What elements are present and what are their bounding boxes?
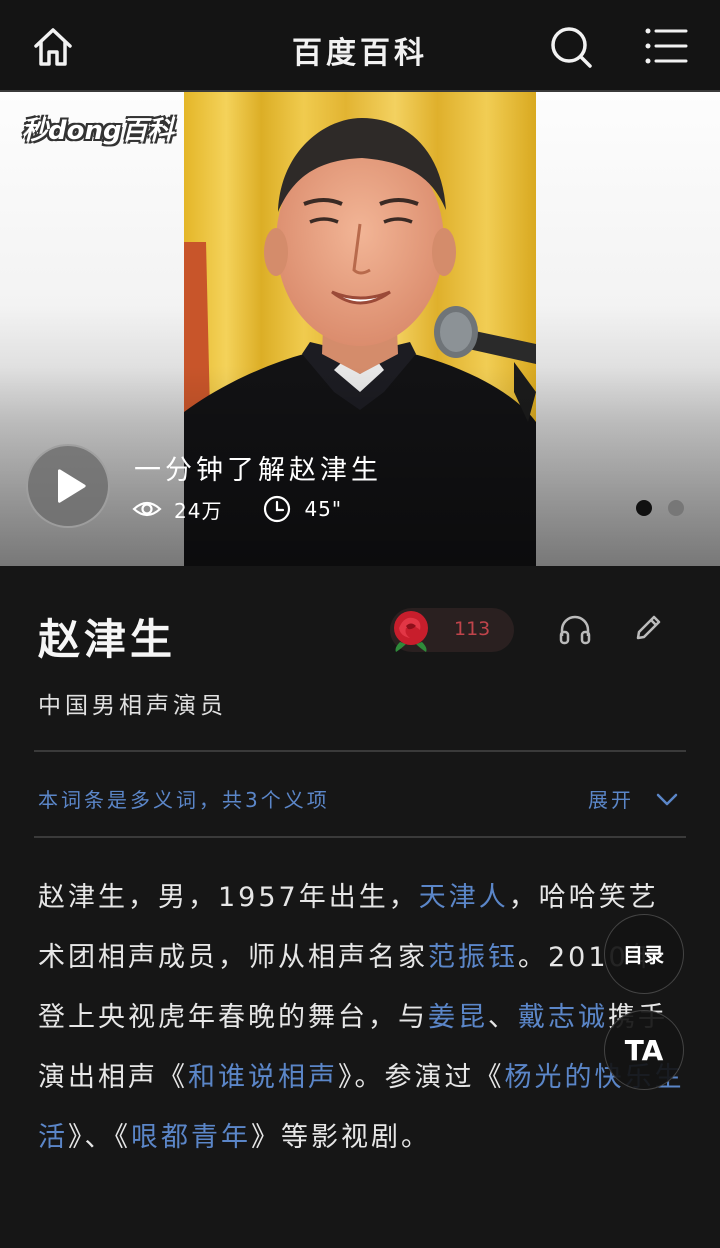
summary-text: 》等影视剧。 <box>251 1122 431 1153</box>
slide-dot-1[interactable] <box>636 500 652 516</box>
eye-icon <box>132 494 162 524</box>
video-duration: 45" <box>304 497 343 521</box>
headphones-icon[interactable] <box>558 612 592 646</box>
channel-logo: 秒dong百科 <box>22 116 174 146</box>
entry-name: 赵津生 <box>38 615 177 664</box>
slide-dot-2[interactable] <box>668 500 684 516</box>
app-title: 百度百科 <box>292 36 428 71</box>
like-count: 113 <box>454 618 491 640</box>
slide-indicator <box>636 500 684 516</box>
link-fan-zhenyu[interactable]: 范振钰 <box>428 942 518 973</box>
divider <box>34 750 686 752</box>
edit-icon[interactable] <box>632 612 664 644</box>
summary-text: 》。参演过《 <box>338 1062 505 1093</box>
summary-text: 、 <box>488 1002 518 1033</box>
like-button[interactable]: 113 <box>390 608 514 652</box>
video-stats: 24万 45" <box>132 494 342 524</box>
top-bar: 百度百科 <box>0 0 720 92</box>
video-title: 一分钟了解赵津生 <box>134 455 382 486</box>
link-tianjin[interactable]: 天津人 <box>419 882 509 913</box>
ta-button[interactable]: TA <box>604 1010 684 1090</box>
clock-icon <box>262 494 292 524</box>
entry-subtitle: 中国男相声演员 <box>38 693 227 719</box>
play-button[interactable] <box>26 444 110 528</box>
link-jiang-kun[interactable]: 姜昆 <box>428 1002 488 1033</box>
search-icon[interactable] <box>548 24 594 70</box>
view-count: 24万 <box>174 498 223 523</box>
expand-button[interactable]: 展开 <box>588 784 680 813</box>
divider <box>34 836 686 838</box>
chevron-down-icon <box>654 786 680 812</box>
summary-paragraph: 赵津生，男，1957年出生，天津人，哈哈笑艺术团相声成员，师从相声名家范振钰。2… <box>38 868 688 1168</box>
entry-section: 赵津生 113 中国男相声演员 本词条是多义词，共3个义项 展开 赵津生，男，1… <box>0 566 720 1248</box>
menu-icon[interactable] <box>644 26 688 66</box>
link-gendu[interactable]: 哏都青年 <box>131 1122 251 1153</box>
rose-icon <box>386 604 436 654</box>
video-player[interactable]: 秒dong百科 一分钟了解赵津生 24万 45" <box>0 92 720 566</box>
summary-text: 》、《 <box>68 1122 131 1153</box>
link-crosstalk[interactable]: 和谁说相声 <box>188 1062 338 1093</box>
link-dai-zhicheng[interactable]: 戴志诚 <box>518 1002 608 1033</box>
polysemy-notice[interactable]: 本词条是多义词，共3个义项 <box>38 784 330 813</box>
summary-text: 赵津生，男，1957年出生， <box>38 882 419 913</box>
expand-label: 展开 <box>588 788 634 812</box>
toc-button[interactable]: 目录 <box>604 914 684 994</box>
